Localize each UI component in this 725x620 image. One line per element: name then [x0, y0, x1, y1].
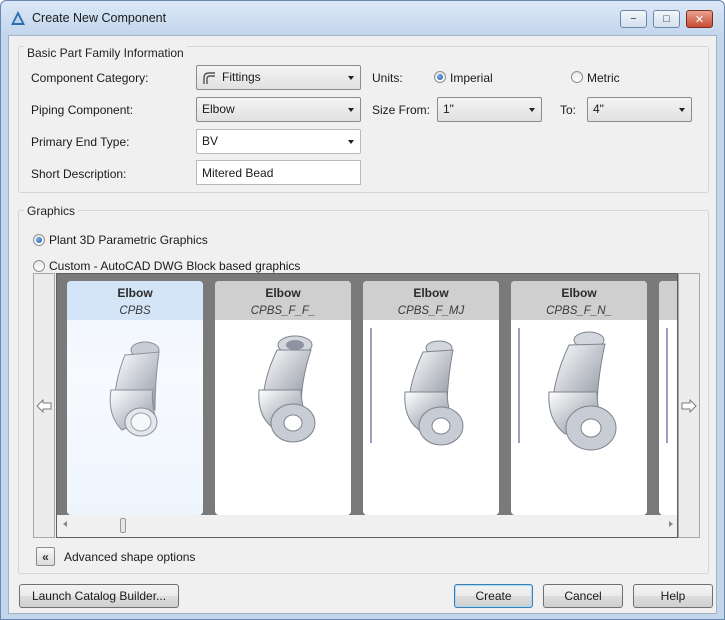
maximize-icon: □: [663, 13, 670, 25]
shape-card-partial[interactable]: [659, 281, 677, 515]
component-category-value: Fittings: [222, 70, 261, 84]
gallery-next-button[interactable]: [678, 273, 700, 538]
shape-card-header: [659, 281, 677, 320]
chevron-down-icon: [348, 140, 354, 144]
autocad-plant-logo-icon: [11, 11, 25, 25]
basic-info-legend: Basic Part Family Information: [24, 46, 187, 60]
arrow-right-icon: [681, 398, 697, 413]
size-from-value: 1": [443, 102, 454, 116]
scroll-right-icon[interactable]: [669, 521, 673, 527]
shape-card-partial-image: [666, 328, 668, 443]
dialog-client-area: Basic Part Family Information Component …: [8, 35, 717, 614]
shape-card-name: Elbow: [265, 286, 301, 300]
close-icon: ✕: [694, 13, 705, 26]
shape-card-cpbs[interactable]: Elbow CPBS: [67, 281, 203, 515]
arrow-left-icon: [36, 398, 52, 413]
shape-card-name: Elbow: [413, 286, 449, 300]
gallery-scrollbar[interactable]: [57, 515, 677, 537]
elbow-flanged-large-preview-image: [518, 328, 617, 451]
fitting-icon: [203, 72, 215, 84]
minimize-icon: −: [630, 13, 637, 25]
component-category-label: Component Category:: [31, 71, 149, 85]
advanced-options-label[interactable]: Advanced shape options: [64, 550, 195, 564]
shape-gallery: Elbow CPBS Elbow CPBS_F_F_ Elbow CPBS_F_…: [56, 273, 678, 538]
launch-catalog-builder-button[interactable]: Launch Catalog Builder...: [19, 584, 179, 608]
primary-end-type-label: Primary End Type:: [31, 135, 130, 149]
shape-card-header: Elbow CPBS_F_N_: [511, 281, 647, 320]
primary-end-type-value: BV: [202, 134, 219, 148]
primary-end-type-combo[interactable]: BV: [196, 129, 361, 154]
chevron-down-icon: [529, 108, 535, 112]
shape-card-cpbs-f-mj[interactable]: Elbow CPBS_F_MJ: [363, 281, 499, 515]
shape-card-cpbs-f-f[interactable]: Elbow CPBS_F_F_: [215, 281, 351, 515]
shape-card-code: CPBS_F_MJ: [397, 305, 465, 317]
size-to-value: 4": [593, 102, 604, 116]
elbow-flanged-preview-image: [258, 335, 316, 443]
chevron-down-icon: [348, 108, 354, 112]
piping-component-combo[interactable]: Elbow: [196, 97, 361, 122]
piping-component-value: Elbow: [202, 102, 235, 116]
cancel-button[interactable]: Cancel: [543, 584, 623, 608]
double-chevron-left-icon: «: [42, 549, 49, 564]
custom-graphics-radio[interactable]: [33, 260, 45, 272]
chevron-down-icon: [348, 76, 354, 80]
units-metric-radio[interactable]: [571, 71, 583, 83]
help-button[interactable]: Help: [633, 584, 713, 608]
shape-card-name: Elbow: [561, 286, 597, 300]
units-label: Units:: [372, 71, 403, 85]
units-imperial-label[interactable]: Imperial: [450, 71, 493, 85]
dialog-window: Create New Component − □ ✕ Basic Part Fa…: [0, 0, 725, 620]
component-category-combo[interactable]: Fittings: [196, 65, 361, 90]
maximize-button[interactable]: □: [653, 10, 680, 28]
minimize-button[interactable]: −: [620, 10, 647, 28]
elbow-preview-image: [109, 341, 160, 437]
gallery-previous-button[interactable]: [33, 273, 55, 538]
elbow-mj-preview-image: [370, 328, 464, 446]
custom-graphics-label[interactable]: Custom - AutoCAD DWG Block based graphic…: [49, 259, 300, 273]
size-from-combo[interactable]: 1": [437, 97, 542, 122]
shape-card-name: Elbow: [117, 286, 153, 300]
close-button[interactable]: ✕: [686, 10, 713, 28]
size-to-label: To:: [560, 103, 577, 117]
create-button[interactable]: Create: [454, 584, 533, 608]
units-metric-label[interactable]: Metric: [587, 71, 620, 85]
parametric-graphics-radio[interactable]: [33, 234, 45, 246]
shape-card-code: CPBS_F_N_: [546, 305, 612, 317]
units-imperial-radio[interactable]: [434, 71, 446, 83]
shape-card-header: Elbow CPBS_F_MJ: [363, 281, 499, 320]
size-from-label: Size From:: [372, 103, 431, 117]
shape-card-header: Elbow CPBS_F_F_: [215, 281, 351, 320]
scrollbar-thumb[interactable]: [120, 518, 126, 533]
shape-card-cpbs-f-n[interactable]: Elbow CPBS_F_N_: [511, 281, 647, 515]
graphics-legend: Graphics: [24, 204, 79, 218]
chevron-down-icon: [679, 108, 685, 112]
piping-component-label: Piping Component:: [31, 103, 134, 117]
window-title: Create New Component: [32, 11, 167, 25]
size-to-combo[interactable]: 4": [587, 97, 692, 122]
short-description-label: Short Description:: [31, 167, 127, 181]
parametric-graphics-label[interactable]: Plant 3D Parametric Graphics: [49, 233, 208, 247]
shape-card-header: Elbow CPBS: [67, 281, 203, 320]
shape-card-code: CPBS_F_F_: [250, 305, 316, 317]
short-description-input[interactable]: Mitered Bead: [196, 160, 361, 185]
shape-card-code: CPBS: [119, 305, 151, 317]
title-bar[interactable]: Create New Component − □ ✕: [1, 1, 724, 35]
scroll-left-icon[interactable]: [63, 521, 67, 527]
advanced-options-toggle[interactable]: «: [36, 547, 55, 566]
